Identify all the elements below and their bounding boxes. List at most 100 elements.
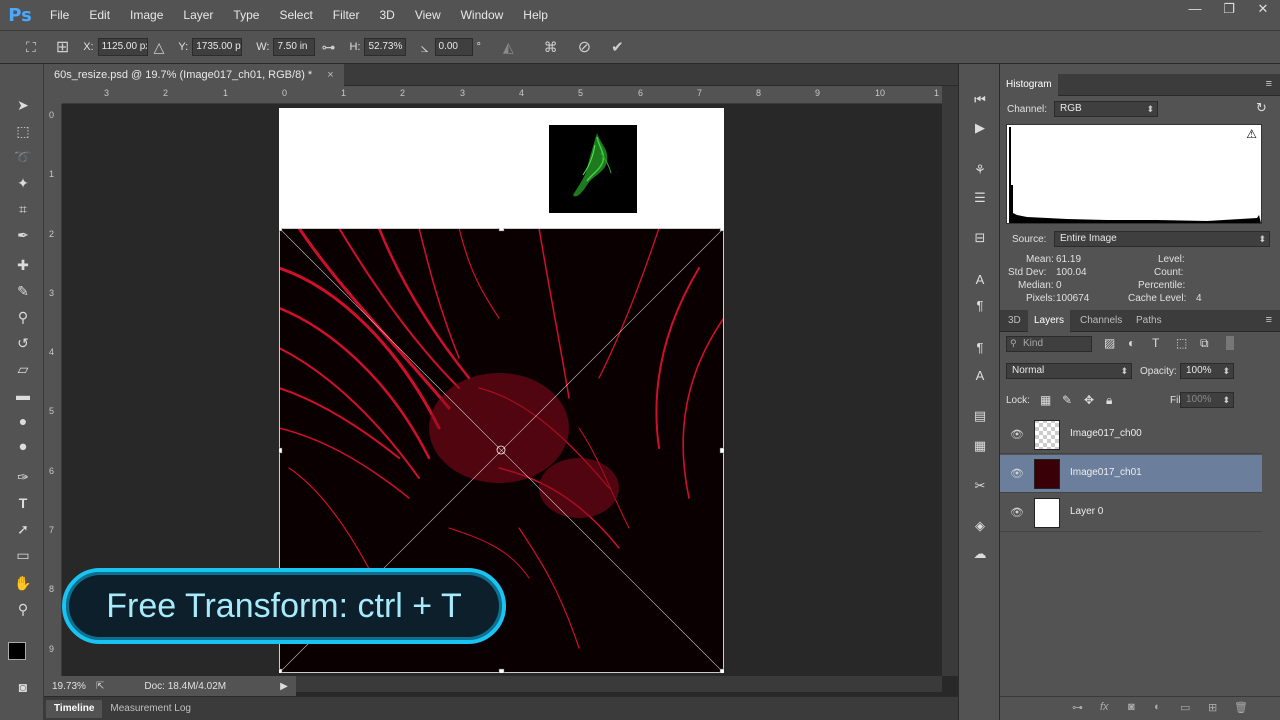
link-icon[interactable]: ⊶ xyxy=(321,39,335,56)
menu-type[interactable]: Type xyxy=(223,0,269,30)
adjustments-icon[interactable]: ⚘ xyxy=(969,160,991,180)
zoom-level[interactable]: 19.73% xyxy=(52,681,92,692)
lock-position-icon[interactable]: ✥ xyxy=(1084,393,1094,407)
menu-select[interactable]: Select xyxy=(269,0,322,30)
opacity-field[interactable]: 100% xyxy=(1180,363,1234,379)
lock-transparent-icon[interactable]: ▦ xyxy=(1040,393,1051,407)
menu-file[interactable]: File xyxy=(40,0,79,30)
brush-tool-icon[interactable]: ✎ xyxy=(12,280,34,302)
quick-mask-icon[interactable]: ◙ xyxy=(12,676,34,698)
horizontal-scrollbar[interactable] xyxy=(296,676,942,692)
clone-stamp-tool-icon[interactable]: ⚲ xyxy=(12,306,34,328)
menu-3d[interactable]: 3D xyxy=(369,0,404,30)
delete-layer-icon[interactable]: 🗑︎ xyxy=(1234,701,1248,714)
filter-toggle[interactable] xyxy=(1226,336,1234,350)
crop-tool-icon[interactable]: ⌗ xyxy=(12,198,34,220)
menu-view[interactable]: View xyxy=(405,0,451,30)
eraser-tool-icon[interactable]: ▱ xyxy=(12,358,34,380)
angle-field[interactable]: 0.00 xyxy=(434,38,473,56)
menu-layer[interactable]: Layer xyxy=(173,0,223,30)
character-styles-icon[interactable]: ¶ xyxy=(969,338,991,358)
layer-name[interactable]: Image017_ch00 xyxy=(1070,428,1142,439)
restore-button[interactable]: ❐ xyxy=(1212,0,1246,20)
channel-select[interactable]: RGB xyxy=(1054,101,1158,117)
x-field[interactable]: 1125.00 px xyxy=(97,38,148,56)
document-tab[interactable]: 60s_resize.psd @ 19.7% (Image017_ch01, R… xyxy=(44,64,344,86)
lock-all-icon[interactable]: 🔒︎ xyxy=(1106,393,1112,408)
export-icon[interactable]: ⇱ xyxy=(96,681,104,692)
link-layers-icon[interactable]: ⊶ xyxy=(1072,701,1083,714)
layer-effects-icon[interactable]: fx xyxy=(1100,701,1109,713)
vertical-ruler[interactable]: 0 1 2 3 4 5 6 7 8 9 xyxy=(44,104,62,676)
fill-field[interactable]: 100% xyxy=(1180,392,1234,408)
layers-panel-menu-icon[interactable]: ≡ xyxy=(1266,314,1272,326)
layer-name[interactable]: Image017_ch01 xyxy=(1070,467,1142,478)
tab-histogram[interactable]: Histogram xyxy=(1000,74,1058,96)
layer-row[interactable]: 👁︎ Layer 0 xyxy=(1000,494,1262,532)
blend-mode-select[interactable]: Normal xyxy=(1006,363,1132,379)
menu-image[interactable]: Image xyxy=(120,0,173,30)
move-tool-icon[interactable]: ➤ xyxy=(12,94,34,116)
filter-type-icon[interactable]: T xyxy=(1152,336,1159,350)
properties-icon[interactable]: ☰ xyxy=(969,188,991,208)
menu-help[interactable]: Help xyxy=(513,0,558,30)
reference-point-icon[interactable]: ⊞ xyxy=(56,37,69,57)
visibility-eye-icon[interactable]: 👁︎ xyxy=(1010,467,1024,480)
layer-name[interactable]: Layer 0 xyxy=(1070,506,1103,517)
commit-transform-button[interactable]: ✔ xyxy=(611,38,624,56)
visibility-eye-icon[interactable]: 👁︎ xyxy=(1010,428,1024,441)
filter-shape-icon[interactable]: ⬚ xyxy=(1176,336,1187,350)
menu-filter[interactable]: Filter xyxy=(323,0,370,30)
layer-row[interactable]: 👁︎ Image017_ch00 xyxy=(1000,416,1262,454)
refresh-icon[interactable]: ↻ xyxy=(1256,100,1267,116)
green-cell-image-layer[interactable] xyxy=(549,125,637,213)
magic-wand-tool-icon[interactable]: ✦ xyxy=(12,172,34,194)
panel-menu-icon[interactable]: ≡ xyxy=(1266,78,1272,90)
filter-smart-object-icon[interactable]: ⧉ xyxy=(1200,336,1209,351)
skew-icon[interactable]: ◭ xyxy=(503,39,514,56)
layer-row[interactable]: 👁︎ Image017_ch01 xyxy=(1000,455,1262,493)
horizontal-ruler[interactable]: 3 2 1 0 1 2 3 4 5 6 7 8 9 10 1 xyxy=(62,86,942,104)
hand-tool-icon[interactable]: ✋ xyxy=(12,572,34,594)
minimize-button[interactable]: — xyxy=(1178,0,1212,20)
document-close-button[interactable]: × xyxy=(327,69,333,81)
new-adjustment-layer-icon[interactable]: ◐ xyxy=(1154,701,1161,713)
relative-position-icon[interactable]: △ xyxy=(154,39,165,56)
cloud-icon[interactable]: ☁ xyxy=(969,544,991,564)
paragraph-styles-icon[interactable]: A xyxy=(969,366,991,386)
new-layer-icon[interactable]: ⊞ xyxy=(1208,701,1217,714)
gradient-tool-icon[interactable]: ▬ xyxy=(12,384,34,406)
3d-icon[interactable]: ◈ xyxy=(969,516,991,536)
blur-tool-icon[interactable]: ● xyxy=(12,410,34,432)
notes-icon[interactable]: ▤ xyxy=(969,406,991,426)
layer-filter-kind[interactable]: ⚲ Kind xyxy=(1006,336,1092,352)
foreground-color-swatch[interactable] xyxy=(8,642,26,660)
paragraph-icon[interactable]: ¶ xyxy=(969,296,991,316)
history-icon[interactable]: ⏮ xyxy=(969,90,991,110)
menu-window[interactable]: Window xyxy=(451,0,514,30)
lock-image-icon[interactable]: ✎ xyxy=(1062,393,1072,407)
height-field[interactable]: 52.73% xyxy=(364,38,407,56)
eyedropper-tool-icon[interactable]: ✒ xyxy=(12,224,34,246)
type-tool-icon[interactable]: T xyxy=(12,492,34,514)
close-window-button[interactable]: ✕ xyxy=(1246,0,1280,20)
visibility-eye-icon[interactable]: 👁︎ xyxy=(1010,506,1024,519)
history-brush-tool-icon[interactable]: ↺ xyxy=(12,332,34,354)
actions-icon[interactable]: ▶ xyxy=(969,118,991,138)
marquee-tool-icon[interactable]: ⬚ xyxy=(12,120,34,142)
status-menu-arrow-icon[interactable]: ▶ xyxy=(280,681,288,692)
width-field[interactable]: 7.50 in xyxy=(273,38,316,56)
cancel-transform-button[interactable]: ⊘ xyxy=(578,37,591,57)
transform-tool-icon[interactable]: ⛶ xyxy=(26,39,36,56)
filter-pixel-icon[interactable]: ▨ xyxy=(1104,336,1115,350)
vertical-scrollbar[interactable] xyxy=(942,86,958,676)
tab-measurement-log[interactable]: Measurement Log xyxy=(102,700,199,718)
tool-presets-icon[interactable]: ✂ xyxy=(969,476,991,496)
filter-adjustment-icon[interactable]: ◐ xyxy=(1128,336,1135,350)
path-selection-tool-icon[interactable]: ➚ xyxy=(12,518,34,540)
rectangle-tool-icon[interactable]: ▭ xyxy=(12,544,34,566)
tab-paths[interactable]: Paths xyxy=(1130,310,1168,332)
new-group-icon[interactable]: ▭ xyxy=(1180,701,1190,714)
add-mask-icon[interactable]: ◙ xyxy=(1128,701,1135,713)
pen-tool-icon[interactable]: ✑ xyxy=(12,466,34,488)
